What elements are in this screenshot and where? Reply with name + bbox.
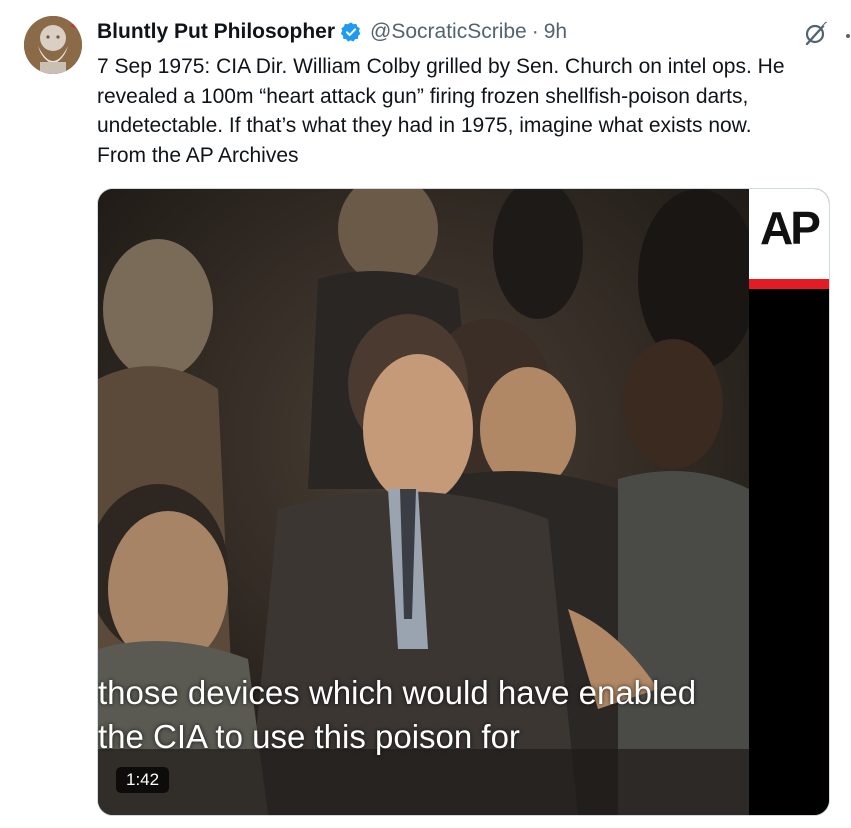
tweet-text-line: From the AP Archives bbox=[97, 143, 299, 167]
tweet-text-line: revealed a 100m “heart attack gun” firin… bbox=[97, 84, 749, 108]
tweet-text-line: 7 Sep 1975: CIA Dir. William Colby grill… bbox=[97, 55, 785, 78]
grok-icon[interactable] bbox=[803, 20, 829, 46]
verified-badge-icon bbox=[340, 21, 362, 43]
avatar[interactable] bbox=[24, 16, 82, 74]
ap-logo-bar bbox=[749, 279, 829, 289]
more-icon[interactable] bbox=[845, 28, 851, 38]
author-name[interactable]: Bluntly Put Philosopher bbox=[97, 20, 335, 44]
ap-logo: AP bbox=[749, 189, 829, 289]
tweet-timestamp[interactable]: 9h bbox=[544, 20, 567, 44]
tweet-header: Bluntly Put Philosopher @SocraticScribe … bbox=[97, 18, 851, 46]
video-caption: those devices which would have enabled t… bbox=[98, 671, 758, 759]
author-handle[interactable]: @SocraticScribe bbox=[370, 20, 527, 44]
tweet-text-line: undetectable. If that’s what they had in… bbox=[97, 114, 752, 137]
video-letterbox bbox=[749, 289, 829, 815]
caption-line: the CIA to use this poison for bbox=[98, 718, 520, 755]
ap-logo-text: AP bbox=[760, 202, 821, 254]
caption-line: those devices which would have enabled bbox=[98, 674, 697, 711]
video-player[interactable]: AP those devices which would have enable… bbox=[97, 188, 830, 816]
tweet-text: 7 Sep 1975: CIA Dir. William Colby grill… bbox=[97, 52, 837, 170]
video-duration-badge: 1:42 bbox=[116, 767, 170, 793]
separator-dot: · bbox=[531, 20, 539, 43]
socrates-bust-avatar-icon bbox=[24, 16, 82, 74]
